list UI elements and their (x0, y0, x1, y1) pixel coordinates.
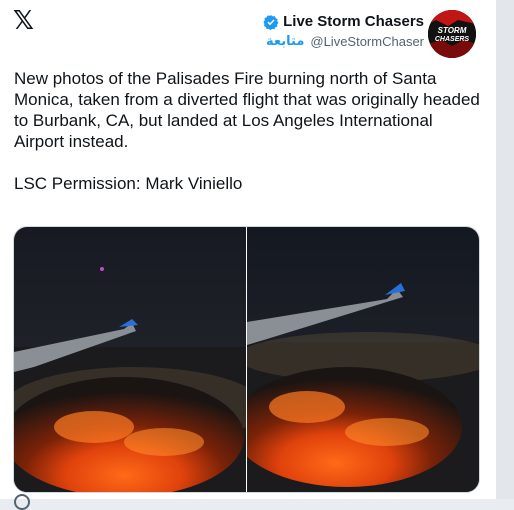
action-icon[interactable] (14, 494, 30, 510)
name-row: Live Storm Chasers (263, 12, 424, 32)
avatar[interactable]: STORM CHASERS (428, 10, 476, 58)
scrollbar[interactable] (496, 0, 514, 499)
handle-row: متابعة @LiveStormChaser (263, 34, 424, 49)
x-logo-icon[interactable]: 𝕏 (13, 8, 35, 34)
tweet-credit: LSC Permission: Mark Viniello (14, 174, 243, 193)
photo-left[interactable] (14, 227, 246, 492)
svg-text:CHASERS: CHASERS (435, 36, 470, 43)
media-grid (13, 226, 480, 493)
tweet-body: New photos of the Palisades Fire burning… (14, 69, 480, 151)
follow-button[interactable]: متابعة (266, 34, 304, 49)
photo-right[interactable] (247, 227, 479, 492)
tweet-header: Live Storm Chasers متابعة @LiveStormChas… (263, 12, 424, 49)
display-name[interactable]: Live Storm Chasers (283, 12, 424, 32)
tweet-card: 𝕏 Live Storm Chasers متابعة @LiveStormCh… (0, 0, 496, 510)
verified-badge-icon (263, 15, 279, 30)
tweet-text: New photos of the Palisades Fire burning… (14, 68, 484, 194)
svg-text:STORM: STORM (438, 26, 467, 35)
handle[interactable]: @LiveStormChaser (310, 34, 424, 49)
